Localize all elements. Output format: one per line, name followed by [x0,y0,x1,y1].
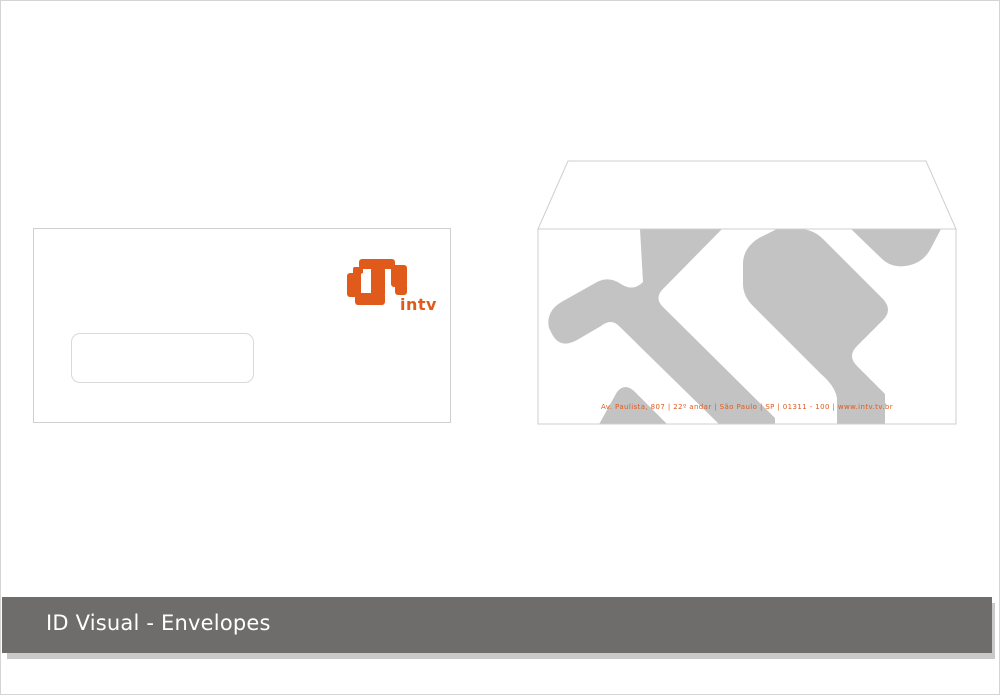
envelope-flap [537,160,957,230]
envelope-back: Av. Paulista, 807 | 22º andar | São Paul… [537,160,957,425]
caption-bar: ID Visual - Envelopes [2,597,992,653]
stage: intv Av. Paulista, 807 | 22º andar | São… [0,0,1000,695]
caption-title: ID Visual - Envelopes [46,611,271,635]
logo-wordmark: intv [400,295,437,314]
envelope-back-graphic [537,160,957,425]
intv-logo: intv [345,257,445,317]
envelope-front: intv [33,228,451,423]
envelope-window [71,333,254,383]
address-line: Av. Paulista, 807 | 22º andar | São Paul… [601,403,894,411]
